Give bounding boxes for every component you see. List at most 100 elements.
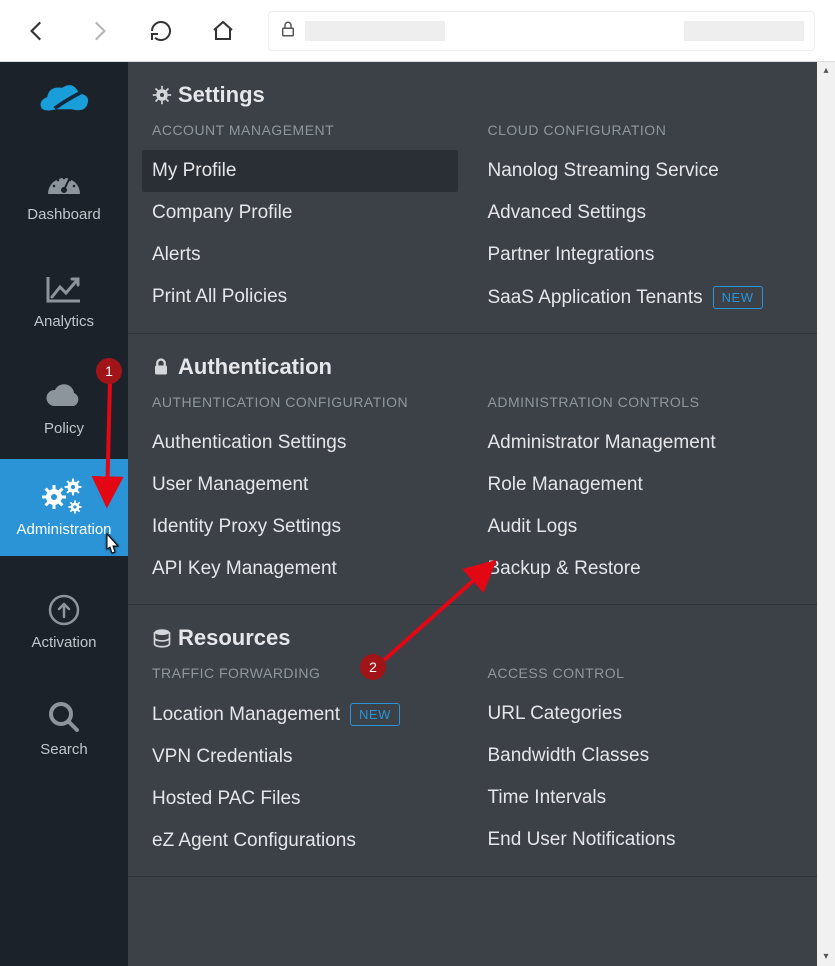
menu-link-label: Audit Logs [488,516,578,538]
menu-link-time-intervals[interactable]: Time Intervals [478,777,794,819]
menu-link-audit-logs[interactable]: Audit Logs [478,506,794,548]
menu-link-print-all-policies[interactable]: Print All Policies [142,276,458,318]
sidebar-item-policy[interactable]: Policy [0,362,128,449]
sidebar-item-administration[interactable]: Administration [0,459,128,556]
menu-link-bandwidth-classes[interactable]: Bandwidth Classes [478,735,794,777]
gauge-icon [0,162,128,202]
menu-link-label: URL Categories [488,703,622,725]
settings-column: AUTHENTICATION CONFIGURATION Authenticati… [152,394,458,590]
menu-link-backup-restore[interactable]: Backup & Restore [478,548,794,590]
gear-icon [152,85,178,105]
sidebar-item-activation[interactable]: Activation [0,576,128,663]
menu-link-url-categories[interactable]: URL Categories [478,693,794,735]
menu-link-label: Partner Integrations [488,244,655,266]
menu-link-label: Bandwidth Classes [488,745,650,767]
vertical-scrollbar[interactable]: ▴ ▾ [817,62,835,966]
menu-link-ez-agent-configurations[interactable]: eZ Agent Configurations [142,820,458,862]
app-viewport: Dashboard Analytics Policy Administrat [0,62,835,966]
settings-column: ADMINISTRATION CONTROLS Administrator Man… [488,394,794,590]
section-title: Resources [178,625,291,651]
new-badge: NEW [713,286,763,309]
menu-link-label: Time Intervals [488,787,607,809]
menu-link-vpn-credentials[interactable]: VPN Credentials [142,736,458,778]
scroll-track[interactable] [817,80,835,948]
gears-icon [0,477,128,517]
zscaler-logo-icon [36,70,92,128]
menu-link-authentication-settings[interactable]: Authentication Settings [142,422,458,464]
address-blur [305,21,445,41]
search-icon [0,697,128,737]
menu-link-label: Print All Policies [152,286,287,308]
forward-button[interactable] [82,14,116,48]
settings-section: SettingsACCOUNT MANAGEMENTMy ProfileComp… [128,62,817,334]
menu-link-saas-application-tenants[interactable]: SaaS Application TenantsNEW [478,276,794,319]
upload-circle-icon [0,590,128,630]
sidebar-item-label: Administration [0,521,128,538]
menu-link-nanolog-streaming-service[interactable]: Nanolog Streaming Service [478,150,794,192]
sidebar-item-analytics[interactable]: Analytics [0,255,128,342]
database-icon [152,628,178,648]
cloud-icon [0,376,128,416]
column-header: ACCESS CONTROL [488,665,794,681]
sidebar-rail: Dashboard Analytics Policy Administrat [0,62,128,966]
scroll-up-icon[interactable]: ▴ [817,62,835,80]
column-header: AUTHENTICATION CONFIGURATION [152,394,458,410]
settings-column: TRAFFIC FORWARDING Location Management NEW… [152,665,458,862]
menu-link-end-user-notifications[interactable]: End User Notifications [478,819,794,861]
menu-link-label: Administrator Management [488,432,716,454]
settings-section: Resources TRAFFIC FORWARDING Location Mana… [128,605,817,877]
menu-link-label: Nanolog Streaming Service [488,160,719,182]
lock-icon [279,20,297,42]
menu-link-my-profile[interactable]: My Profile [142,150,458,192]
menu-link-identity-proxy-settings[interactable]: Identity Proxy Settings [142,506,458,548]
sidebar-item-search[interactable]: Search [0,683,128,770]
menu-link-location-management[interactable]: Location Management NEW [142,693,458,736]
menu-link-api-key-management[interactable]: API Key Management [142,548,458,590]
section-header: Resources [152,625,793,651]
settings-column: CLOUD CONFIGURATIONNanolog Streaming Ser… [488,122,794,319]
lock-icon [152,357,178,377]
sidebar-item-label: Search [0,741,128,758]
menu-link-label: eZ Agent Configurations [152,830,356,852]
menu-link-label: Role Management [488,474,643,496]
menu-link-label: My Profile [152,160,236,182]
column-header: ADMINISTRATION CONTROLS [488,394,794,410]
menu-link-user-management[interactable]: User Management [142,464,458,506]
menu-link-label: Hosted PAC Files [152,788,301,810]
section-title: Settings [178,82,265,108]
settings-section: Authentication AUTHENTICATION CONFIGURATI… [128,334,817,605]
menu-link-label: User Management [152,474,308,496]
menu-link-label: Authentication Settings [152,432,346,454]
new-badge: NEW [350,703,400,726]
back-button[interactable] [20,14,54,48]
address-bar[interactable] [268,11,815,51]
menu-link-advanced-settings[interactable]: Advanced Settings [478,192,794,234]
menu-link-company-profile[interactable]: Company Profile [142,192,458,234]
section-header: Settings [152,82,793,108]
menu-link-label: Advanced Settings [488,202,646,224]
menu-link-label: VPN Credentials [152,746,292,768]
chart-line-icon [0,269,128,309]
sidebar-item-label: Activation [0,634,128,651]
administration-flyout-panel: SettingsACCOUNT MANAGEMENTMy ProfileComp… [128,62,817,966]
menu-link-label: API Key Management [152,558,337,580]
sidebar-item-label: Policy [0,420,128,437]
section-title: Authentication [178,354,332,380]
settings-column: ACCESS CONTROL URL Categories Bandwidth Cl… [488,665,794,862]
sidebar-item-label: Dashboard [0,206,128,223]
menu-link-role-management[interactable]: Role Management [478,464,794,506]
menu-link-label: Location Management [152,704,340,726]
section-header: Authentication [152,354,793,380]
sidebar-item-dashboard[interactable]: Dashboard [0,148,128,235]
browser-toolbar [0,0,835,62]
menu-link-partner-integrations[interactable]: Partner Integrations [478,234,794,276]
scroll-down-icon[interactable]: ▾ [817,948,835,966]
reload-button[interactable] [144,14,178,48]
menu-link-label: Company Profile [152,202,292,224]
address-blur [684,21,804,41]
menu-link-administrator-management[interactable]: Administrator Management [478,422,794,464]
column-header: TRAFFIC FORWARDING [152,665,458,681]
menu-link-alerts[interactable]: Alerts [142,234,458,276]
menu-link-hosted-pac-files[interactable]: Hosted PAC Files [142,778,458,820]
home-button[interactable] [206,14,240,48]
